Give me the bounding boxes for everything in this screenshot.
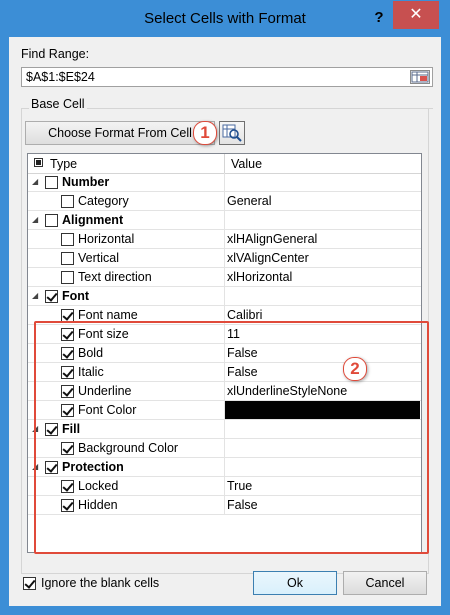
row-label: Vertical — [78, 251, 119, 265]
ignore-blank-checkbox[interactable] — [23, 577, 36, 590]
magnifier-icon[interactable] — [219, 121, 245, 145]
title-bar[interactable]: Select Cells with Format ? ✕ — [1, 1, 449, 37]
choose-format-button[interactable]: Choose Format From Cell — [25, 121, 215, 145]
find-range-value: $A$1:$E$24 — [26, 70, 95, 84]
row-checkbox[interactable] — [61, 233, 74, 246]
collapse-arrow-icon[interactable]: ◢ — [32, 215, 38, 224]
dialog-body: Find Range: $A$1:$E$24 Base Cell Choose … — [9, 37, 441, 606]
ok-button[interactable]: Ok — [253, 571, 337, 595]
type-column-header[interactable]: Type — [50, 157, 77, 171]
row-value: Calibri — [227, 308, 263, 322]
find-range-input[interactable]: $A$1:$E$24 — [21, 67, 433, 87]
row-label: Font name — [78, 308, 138, 322]
close-button[interactable]: ✕ — [393, 1, 439, 29]
callout-badge-2: 2 — [343, 357, 367, 381]
row-checkbox[interactable] — [61, 195, 74, 208]
row-checkbox[interactable] — [45, 290, 58, 303]
row-checkbox[interactable] — [45, 176, 58, 189]
row-value: xlVAlignCenter — [227, 251, 309, 265]
help-button[interactable]: ? — [367, 7, 391, 29]
ignore-blank-label: Ignore the blank cells — [41, 576, 160, 590]
row-checkbox[interactable] — [61, 271, 74, 284]
row-value: xlHAlignGeneral — [227, 232, 318, 246]
row-label: Category — [78, 194, 129, 208]
font-section-highlight — [34, 321, 429, 554]
value-column-header[interactable]: Value — [231, 157, 262, 171]
select-all-icon[interactable] — [34, 158, 43, 167]
tree-header: Type Value — [28, 154, 421, 174]
row-label: Number — [62, 175, 110, 189]
row-value: General — [227, 194, 272, 208]
cancel-button[interactable]: Cancel — [343, 571, 427, 595]
row-label: Alignment — [62, 213, 124, 227]
base-cell-label: Base Cell — [29, 97, 87, 111]
row-label: Text direction — [78, 270, 152, 284]
header-separator — [224, 154, 225, 173]
row-checkbox[interactable] — [45, 214, 58, 227]
collapse-arrow-icon[interactable]: ◢ — [32, 177, 38, 186]
dialog-window: Select Cells with Format ? ✕ Find Range:… — [0, 0, 450, 615]
find-range-label: Find Range: — [21, 47, 90, 61]
row-value: xlHorizontal — [227, 270, 293, 284]
row-label: Font — [62, 289, 90, 303]
collapse-arrow-icon[interactable]: ◢ — [32, 291, 38, 300]
row-checkbox[interactable] — [61, 252, 74, 265]
callout-badge-1: 1 — [193, 121, 217, 145]
range-select-icon[interactable] — [410, 70, 430, 84]
row-label: Horizontal — [78, 232, 135, 246]
